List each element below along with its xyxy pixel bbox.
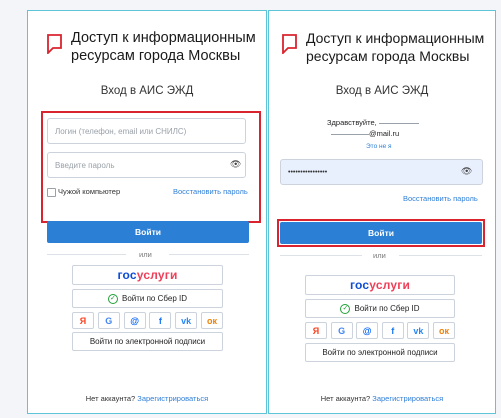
title-line-2: ресурсам города Москвы	[71, 48, 241, 64]
register-prompt: Нет аккаунта? Зарегистрироваться	[269, 394, 495, 403]
greeting-label: Здравствуйте,	[327, 118, 419, 127]
social-login-row: Я G @ f vk ок	[305, 322, 455, 339]
divider-left	[47, 254, 126, 255]
page-subtitle: Вход в АИС ЭЖД	[335, 85, 429, 97]
esign-button[interactable]: Войти по электронной подписи	[72, 332, 223, 351]
google-icon[interactable]: G	[97, 312, 120, 329]
no-account-label: Нет аккаунта?	[85, 394, 136, 403]
yandex-icon[interactable]: Я	[72, 312, 94, 329]
page-title: Доступ к информационным ресурсам города …	[71, 29, 256, 65]
gosuslugi-button[interactable]: гос услуги	[72, 265, 223, 285]
register-link[interactable]: Зарегистрироваться	[137, 394, 208, 403]
yandex-icon[interactable]: Я	[305, 322, 327, 339]
password-input[interactable]: Введите пароль	[47, 152, 246, 178]
mailru-icon[interactable]: @	[123, 312, 146, 329]
restore-password-link[interactable]: Восстановить пароль	[403, 194, 478, 203]
gosuslugi-logo-part1: гос	[117, 268, 137, 282]
register-prompt: Нет аккаунта? Зарегистрироваться	[28, 394, 266, 403]
sber-check-icon: ✓	[107, 293, 118, 304]
show-password-icon[interactable]: 👁	[461, 166, 472, 177]
sber-check-icon: ✓	[340, 303, 351, 314]
login-button[interactable]: Войти	[280, 222, 482, 244]
login-input[interactable]: Логин (телефон, email или СНИЛС)	[47, 118, 246, 144]
email-redacted	[331, 133, 369, 135]
divider-right	[169, 254, 249, 255]
restore-password-link[interactable]: Восстановить пароль	[173, 187, 248, 196]
page-title: Доступ к информационным ресурсам города …	[306, 29, 484, 65]
title-line-1: Доступ к информационным	[71, 30, 256, 46]
odnoklassniki-icon[interactable]: ок	[201, 312, 223, 329]
or-label: или	[373, 251, 386, 260]
login-panel-right: Доступ к информационным ресурсам города …	[268, 10, 496, 414]
gosuslugi-logo-part2: услуги	[136, 268, 178, 282]
or-label: или	[139, 250, 152, 259]
social-login-row: Я G @ f vk ок	[72, 312, 223, 329]
vk-icon[interactable]: vk	[407, 322, 430, 339]
odnoklassniki-icon[interactable]: ок	[433, 322, 455, 339]
foreign-computer-checkbox[interactable]	[47, 188, 56, 197]
email-label: @mail.ru	[331, 129, 399, 138]
sber-id-button[interactable]: ✓ Войти по Сбер ID	[72, 289, 223, 308]
sber-id-label: Войти по Сбер ID	[121, 294, 187, 303]
mos-logo-icon	[282, 34, 297, 54]
email-suffix: @mail.ru	[369, 129, 400, 138]
title-line-1: Доступ к информационным	[306, 30, 485, 46]
gosuslugi-logo-part1: гос	[349, 278, 370, 292]
title-line-2: ресурсам города Москвы	[306, 48, 470, 64]
register-link[interactable]: Зарегистрироваться	[372, 394, 443, 403]
vk-icon[interactable]: vk	[175, 312, 198, 329]
divider-left	[280, 255, 362, 256]
login-button[interactable]: Войти	[47, 221, 249, 243]
sber-id-label: Войти по Сбер ID	[354, 304, 420, 313]
username-redacted	[378, 122, 419, 124]
google-icon[interactable]: G	[330, 322, 353, 339]
greeting-text: Здравствуйте,	[327, 118, 377, 127]
divider-right	[399, 255, 482, 256]
no-account-label: Нет аккаунта?	[320, 394, 371, 403]
facebook-icon[interactable]: f	[149, 312, 172, 329]
facebook-icon[interactable]: f	[381, 322, 404, 339]
show-password-icon[interactable]: 👁	[230, 159, 241, 170]
mailru-icon[interactable]: @	[356, 322, 379, 339]
foreign-computer-label: Чужой компьютер	[58, 187, 121, 196]
password-input[interactable]: ••••••••••••••••	[280, 159, 483, 185]
sber-id-button[interactable]: ✓ Войти по Сбер ID	[305, 299, 455, 318]
not-me-link[interactable]: Это не я	[366, 143, 392, 150]
gosuslugi-button[interactable]: гос услуги	[305, 275, 455, 295]
mos-logo-icon	[47, 34, 62, 54]
page-subtitle: Вход в АИС ЭЖД	[100, 85, 194, 97]
login-panel-left: Доступ к информационным ресурсам города …	[27, 10, 267, 414]
gosuslugi-logo-part2: услуги	[369, 278, 411, 292]
esign-button[interactable]: Войти по электронной подписи	[305, 343, 455, 362]
